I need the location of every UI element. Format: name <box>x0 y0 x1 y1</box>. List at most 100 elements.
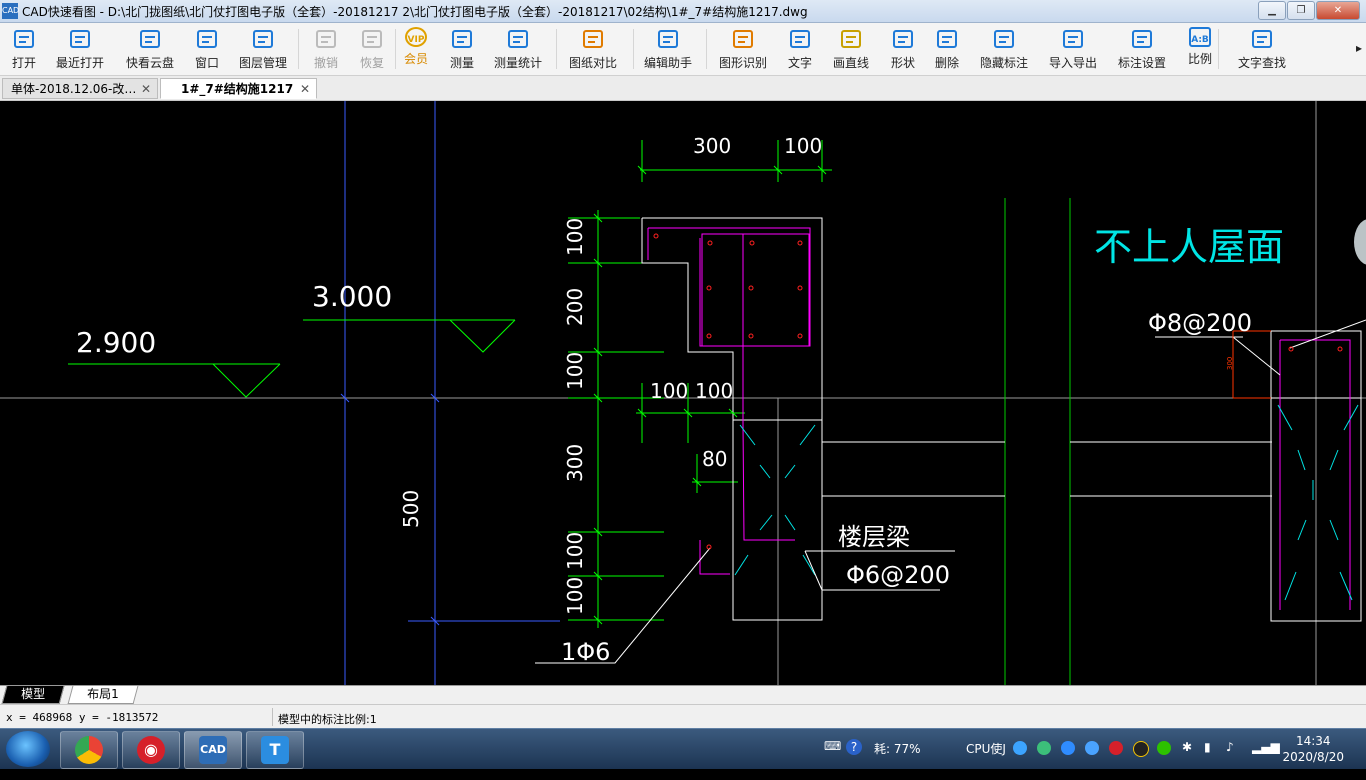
clock-time: 14:34 <box>1295 734 1331 748</box>
close-button[interactable]: ✕ <box>1316 1 1360 20</box>
volume-icon[interactable]: ♪ <box>1226 740 1234 780</box>
restore-button[interactable]: ❐ <box>1287 1 1315 20</box>
dim-settings-icon <box>1129 27 1155 51</box>
taskbar: ◉ CAD T ⌨ ? 耗: 77% CPU使J ✱ ▮ ♪ ▂▄▆ 14:34… <box>0 728 1366 769</box>
toolbar-recent-button[interactable]: 最近打开 <box>52 23 108 75</box>
chrome-like-icon <box>75 736 103 764</box>
taskbar-browser-app[interactable] <box>60 731 118 769</box>
toolbar-hide-dim-button[interactable]: 隐藏标注 <box>976 23 1032 75</box>
dimension-label: 100 <box>563 352 587 390</box>
tab-label: 布局1 <box>87 687 119 701</box>
dimension-label: 100 <box>563 577 587 615</box>
toolbar-label: 测量 <box>449 56 474 70</box>
toolbar-measure-stats-button[interactable]: 测量统计 <box>490 23 546 75</box>
toolbar-separator <box>706 29 707 69</box>
toolbar-label: 图层管理 <box>238 56 287 70</box>
close-icon[interactable]: ✕ <box>141 79 151 98</box>
redo-icon <box>359 27 385 51</box>
cpu-status[interactable]: CPU使J <box>966 740 1006 780</box>
toolbar-layers-button[interactable]: 图层管理 <box>235 23 291 75</box>
text-app-icon: T <box>261 736 289 764</box>
elevation-label: 3.000 <box>312 280 392 313</box>
bluetooth-icon[interactable]: ✱ <box>1182 740 1192 780</box>
music-tray-icon[interactable] <box>1109 741 1123 755</box>
toolbar-edit-helper-button[interactable]: 编辑助手 <box>640 23 696 75</box>
rebar-label: Φ6@200 <box>846 561 950 589</box>
toolbar-label: 文字 <box>787 56 812 70</box>
toolbar-open-button[interactable]: 打开 <box>0 23 52 75</box>
toolbar-label: 打开 <box>11 56 36 70</box>
music-icon: ◉ <box>137 736 165 764</box>
toolbar-compare-button[interactable]: 图纸对比 <box>565 23 621 75</box>
toolbar-cloud-button[interactable]: 快看云盘 <box>122 23 178 75</box>
tray-app-icon[interactable] <box>1085 741 1099 755</box>
toolbar-label: 比例 <box>1187 52 1212 66</box>
more-tools-icon[interactable]: ▸ <box>1356 41 1362 55</box>
toolbar-window-button[interactable]: 窗口 <box>179 23 235 75</box>
cad-icon: CAD <box>199 736 227 764</box>
divider <box>272 708 273 726</box>
dimension-label: 300 <box>693 134 731 158</box>
dimension-label: 200 <box>563 288 587 326</box>
vip-icon: VIP <box>405 27 427 47</box>
rebar-stirrup <box>648 227 811 347</box>
tab-layout-1[interactable]: 布局1 <box>67 686 139 704</box>
drawing-canvas[interactable]: 300 100 100 200 100 300 100 100 500 100 … <box>0 101 1366 685</box>
cloud-icon <box>137 27 163 51</box>
rebar-label: Φ8@200 <box>1148 309 1252 337</box>
tray-app-icon[interactable] <box>1061 741 1075 755</box>
tab-model[interactable]: 模型 <box>1 686 65 704</box>
shape-icon <box>890 27 916 51</box>
toolbar-label: 最近打开 <box>55 56 104 70</box>
toolbar-label: 文字查找 <box>1237 56 1286 70</box>
dimension-label: 100 <box>650 379 688 403</box>
qq-icon[interactable] <box>1133 741 1149 757</box>
tab-label: 模型 <box>21 687 46 701</box>
minimize-button[interactable]: ▁ <box>1258 1 1286 20</box>
toolbar-delete-button[interactable]: 删除 <box>919 23 975 75</box>
toolbar-line-button[interactable]: 画直线 <box>823 23 879 75</box>
toolbar-label: 导入导出 <box>1048 56 1097 70</box>
tray-app-icon[interactable] <box>1013 741 1027 755</box>
undo-icon <box>313 27 339 51</box>
toolbar-text-button[interactable]: 文字 <box>772 23 828 75</box>
elevation-label: 2.900 <box>76 326 156 359</box>
window-controls: ▁ ❐ ✕ <box>1258 1 1360 20</box>
rebar-dots <box>653 233 1343 550</box>
toolbar-label: 标注设置 <box>1117 56 1166 70</box>
clock[interactable]: 14:34 2020/8/20 <box>1282 733 1344 765</box>
network-icon[interactable]: ▂▄▆ <box>1252 740 1280 780</box>
toolbar-scale-button[interactable]: A:B 比例 <box>1172 23 1228 75</box>
dimension-label: 100 <box>784 134 822 158</box>
wechat-icon[interactable] <box>1157 741 1171 755</box>
toolbar-separator <box>556 29 557 69</box>
eraser-icon <box>934 27 960 51</box>
taskbar-netease-music-app[interactable]: ◉ <box>122 731 180 769</box>
dimension-label: 100 <box>563 532 587 570</box>
toolbar-recognize-button[interactable]: 图形识别 <box>715 23 771 75</box>
section-outline <box>642 217 823 621</box>
toolbar-dim-settings-button[interactable]: 标注设置 <box>1114 23 1170 75</box>
device-icon[interactable]: ▮ <box>1204 740 1211 780</box>
eye-hidden-icon <box>991 27 1017 51</box>
close-icon[interactable]: ✕ <box>300 79 310 98</box>
taskbar-text-app[interactable]: T <box>246 731 304 769</box>
text-icon <box>787 27 813 51</box>
toolbar-import-export-button[interactable]: 导入导出 <box>1045 23 1101 75</box>
start-button[interactable] <box>6 731 50 767</box>
find-text-icon <box>1249 27 1275 51</box>
help-icon[interactable]: ? <box>846 739 862 755</box>
title-bar: CAD CAD快速看图 - D:\北门拢图纸\北门仗打图电子版（全套）-2018… <box>0 0 1366 23</box>
tab-document-2[interactable]: 1#_7#结构施1217 ✕ <box>160 78 317 99</box>
window-icon <box>194 27 220 51</box>
taskbar-cad-app[interactable]: CAD <box>184 731 242 769</box>
toolbar-label: 图纸对比 <box>568 56 617 70</box>
tab-document-1[interactable]: 单体-2018.12.06-改… ✕ <box>2 78 158 99</box>
battery-status[interactable]: 耗: 77% <box>874 740 921 780</box>
tray-app-icon[interactable] <box>1037 741 1051 755</box>
toolbar-find-text-button[interactable]: 文字查找 <box>1234 23 1290 75</box>
layers-icon <box>250 27 276 51</box>
keyboard-icon[interactable]: ⌨ <box>824 739 841 779</box>
toolbar-measure-button[interactable]: 测量 <box>434 23 490 75</box>
axis-ticks <box>340 393 440 626</box>
